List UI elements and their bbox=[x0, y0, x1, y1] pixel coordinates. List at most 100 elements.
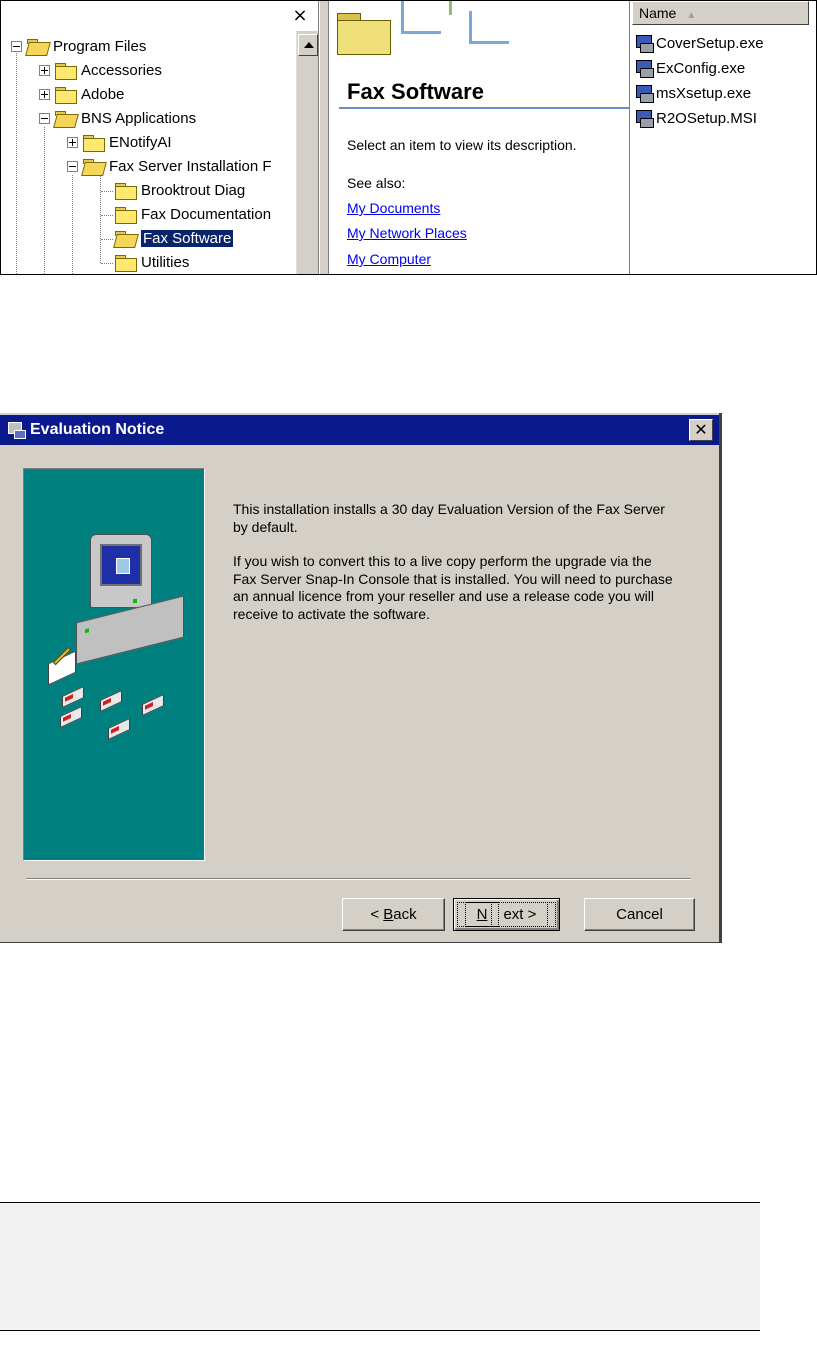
tree-item-fax-software[interactable]: Fax Software bbox=[115, 227, 235, 249]
link-my-documents[interactable]: My Documents bbox=[347, 200, 440, 216]
link-my-computer[interactable]: My Computer bbox=[347, 251, 431, 267]
floppy-disk-icon bbox=[142, 693, 164, 717]
floppy-disk-icon bbox=[60, 705, 82, 729]
tree-scrollbar[interactable] bbox=[296, 31, 318, 274]
tree-item-enotifyai[interactable]: ENotifyAI bbox=[67, 131, 172, 153]
see-also-label: See also: bbox=[347, 175, 406, 191]
tree-item-utilities[interactable]: Utilities bbox=[115, 251, 189, 273]
dialog-title: Evaluation Notice bbox=[30, 421, 165, 438]
back-button[interactable]: < Back bbox=[342, 898, 445, 931]
installer-package-icon bbox=[634, 108, 654, 128]
file-name: R2OSetup.MSI bbox=[656, 109, 757, 127]
folder-open-icon bbox=[27, 38, 47, 54]
collapse-icon[interactable] bbox=[67, 160, 78, 172]
link-my-network-places[interactable]: My Network Places bbox=[347, 225, 467, 241]
tree-connector bbox=[44, 127, 45, 274]
tree-item-adobe[interactable]: Adobe bbox=[39, 83, 124, 105]
pane-splitter[interactable] bbox=[319, 1, 329, 274]
button-label-prefix: < bbox=[370, 906, 384, 923]
setup-app-icon bbox=[6, 420, 26, 440]
sort-ascending-icon: ▲ bbox=[686, 10, 697, 21]
file-item[interactable]: R2OSetup.MSI bbox=[634, 106, 757, 130]
tree-item-label: Program Files bbox=[53, 37, 147, 55]
tree-item-brooktrout-diag[interactable]: Brooktrout Diag bbox=[115, 179, 245, 201]
tree-item-label: Utilities bbox=[141, 253, 190, 271]
setup-program-icon bbox=[634, 83, 654, 103]
setup-program-icon bbox=[634, 58, 654, 78]
button-label-rest: ext > bbox=[491, 902, 549, 927]
decorative-line bbox=[449, 1, 452, 15]
close-icon[interactable]: × bbox=[289, 5, 311, 27]
tree-item-accessories[interactable]: Accessories bbox=[39, 59, 162, 81]
file-name: CoverSetup.exe bbox=[656, 34, 764, 52]
tree-connector bbox=[72, 175, 73, 274]
expand-icon[interactable] bbox=[39, 88, 50, 100]
tree-item-label: Fax Server Installation F bbox=[109, 157, 272, 175]
folder-description: Select an item to view its description. bbox=[347, 137, 577, 153]
folder-title: Fax Software bbox=[347, 79, 484, 104]
folder-icon bbox=[55, 86, 77, 104]
next-button[interactable]: Next > bbox=[453, 898, 560, 931]
tree-item-program-files[interactable]: Program Files bbox=[11, 35, 146, 57]
message-paragraph: This installation installs a 30 day Eval… bbox=[233, 501, 665, 535]
dialog-titlebar[interactable]: Evaluation Notice ✕ bbox=[0, 415, 719, 445]
collapse-icon[interactable] bbox=[11, 40, 22, 52]
floppy-disk-icon bbox=[62, 685, 84, 709]
button-separator bbox=[26, 878, 691, 880]
folder-info-pane: Fax Software Select an item to view its … bbox=[329, 1, 629, 274]
folder-tree-pane: × Program Files Accessories Adobe BNS Ap… bbox=[1, 1, 319, 274]
power-light bbox=[85, 628, 89, 634]
message-paragraph: If you wish to convert this to a live co… bbox=[233, 553, 673, 622]
tree-item-fax-documentation[interactable]: Fax Documentation bbox=[115, 203, 271, 225]
file-item[interactable]: ExConfig.exe bbox=[634, 56, 745, 80]
computer-monitor-illustration bbox=[90, 534, 152, 608]
expand-icon[interactable] bbox=[39, 64, 50, 76]
folder-icon bbox=[55, 62, 77, 80]
file-list-pane: Name ▲ CoverSetup.exe ExConfig.exe msXset… bbox=[629, 1, 816, 274]
expand-icon[interactable] bbox=[67, 136, 78, 148]
tree-item-fax-server-installation[interactable]: Fax Server Installation F bbox=[67, 155, 272, 177]
scroll-up-icon[interactable] bbox=[298, 34, 318, 56]
floppy-disk-icon bbox=[100, 689, 122, 713]
tree-item-label: ENotifyAI bbox=[109, 133, 172, 151]
button-mnemonic: B bbox=[383, 906, 394, 923]
button-label-rest: ack bbox=[393, 906, 417, 923]
tree-connector bbox=[101, 239, 113, 240]
tree-item-label: Accessories bbox=[81, 61, 162, 79]
folder-icon bbox=[115, 206, 137, 224]
tree-item-bns-applications[interactable]: BNS Applications bbox=[39, 107, 196, 129]
column-header-name[interactable]: Name ▲ bbox=[632, 1, 809, 25]
floppy-disk-icon bbox=[108, 717, 130, 741]
folder-icon bbox=[115, 182, 137, 200]
explorer-window: × Program Files Accessories Adobe BNS Ap… bbox=[0, 0, 817, 275]
power-light bbox=[133, 599, 137, 603]
tree-connector bbox=[101, 191, 113, 192]
folder-icon bbox=[83, 134, 105, 152]
tree-connector bbox=[16, 53, 17, 274]
document-icon bbox=[116, 558, 130, 574]
folder-large-icon bbox=[337, 13, 391, 55]
decorative-line bbox=[469, 41, 509, 44]
close-button[interactable]: ✕ bbox=[689, 419, 713, 441]
column-header-label: Name bbox=[639, 5, 677, 21]
setup-program-icon bbox=[634, 33, 654, 53]
file-item[interactable]: CoverSetup.exe bbox=[634, 31, 764, 55]
tree-connector bbox=[101, 263, 113, 264]
file-name: msXsetup.exe bbox=[656, 84, 752, 102]
tree-item-label: Fax Documentation bbox=[141, 205, 272, 223]
tree-connector bbox=[101, 215, 113, 216]
tree-connector bbox=[100, 175, 101, 263]
tree-item-label-selected: Fax Software bbox=[139, 228, 235, 248]
monitor-screen bbox=[100, 544, 142, 586]
button-mnemonic: N bbox=[464, 902, 500, 927]
decorative-line bbox=[469, 11, 472, 41]
decorative-line bbox=[401, 31, 441, 34]
cancel-button[interactable]: Cancel bbox=[584, 898, 695, 931]
button-label: Next > bbox=[456, 902, 557, 927]
tree-item-label: BNS Applications bbox=[81, 109, 197, 127]
file-name: ExConfig.exe bbox=[656, 59, 746, 77]
file-item[interactable]: msXsetup.exe bbox=[634, 81, 751, 105]
empty-shaded-box bbox=[0, 1202, 760, 1331]
folder-open-icon bbox=[55, 110, 75, 126]
collapse-icon[interactable] bbox=[39, 112, 50, 124]
